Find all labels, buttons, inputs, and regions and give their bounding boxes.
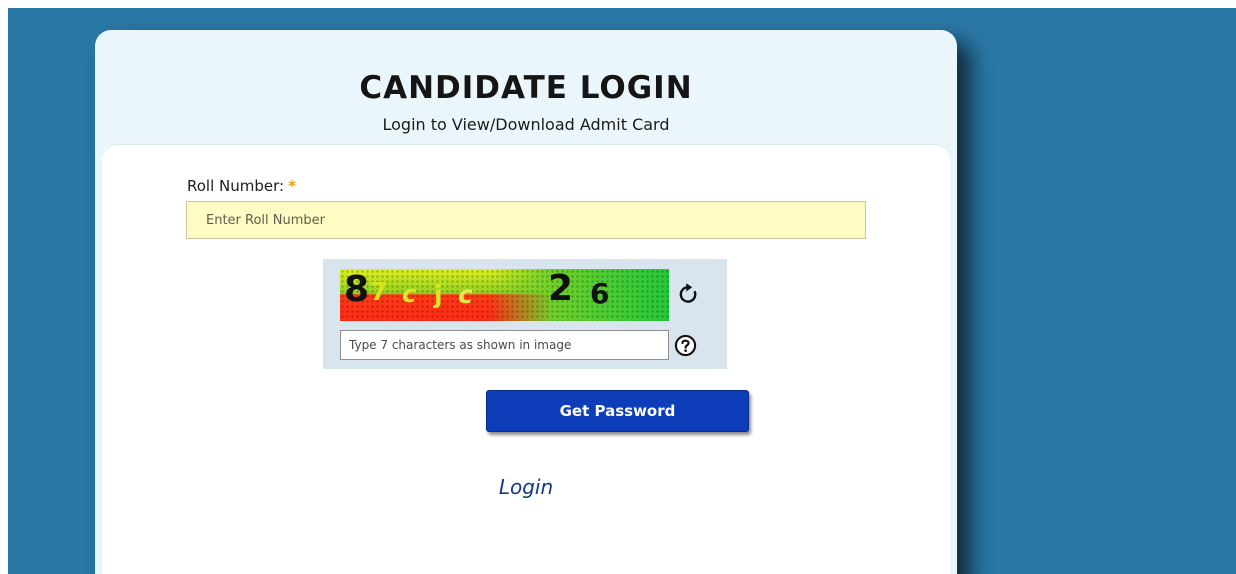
roll-number-label: Roll Number: *	[187, 177, 296, 195]
login-link[interactable]: Login	[102, 475, 950, 499]
captcha-input[interactable]	[340, 330, 669, 360]
captcha-panel: 8 7 c j c 2 6	[323, 259, 727, 369]
login-form: Roll Number:* 8 7 c j c 2 6	[102, 144, 950, 574]
required-marker: *	[288, 177, 296, 195]
captcha-char-7: 6	[590, 277, 610, 310]
question-circle-icon[interactable]	[674, 334, 697, 357]
get-password-button[interactable]: Get Password	[486, 390, 749, 432]
captcha-char-4: j	[434, 280, 443, 309]
roll-number-label-text: Roll Number:	[187, 177, 285, 195]
captcha-char-6: 2	[548, 269, 574, 309]
captcha-noise	[340, 269, 669, 321]
captcha-char-2: 7	[370, 277, 388, 306]
captcha-char-3: c	[402, 280, 417, 308]
page-subtitle: Login to View/Download Admit Card	[382, 115, 670, 134]
captcha-image: 8 7 c j c 2 6	[340, 269, 669, 321]
captcha-char-5: c	[458, 280, 473, 309]
roll-number-input[interactable]	[186, 201, 866, 239]
page-title: CANDIDATE LOGIN	[359, 70, 693, 106]
refresh-icon[interactable]	[673, 279, 703, 309]
captcha-char-1: 8	[344, 269, 370, 310]
page-background: CANDIDATE LOGIN Login to View/Download A…	[8, 8, 1236, 574]
login-card: CANDIDATE LOGIN Login to View/Download A…	[95, 30, 957, 574]
